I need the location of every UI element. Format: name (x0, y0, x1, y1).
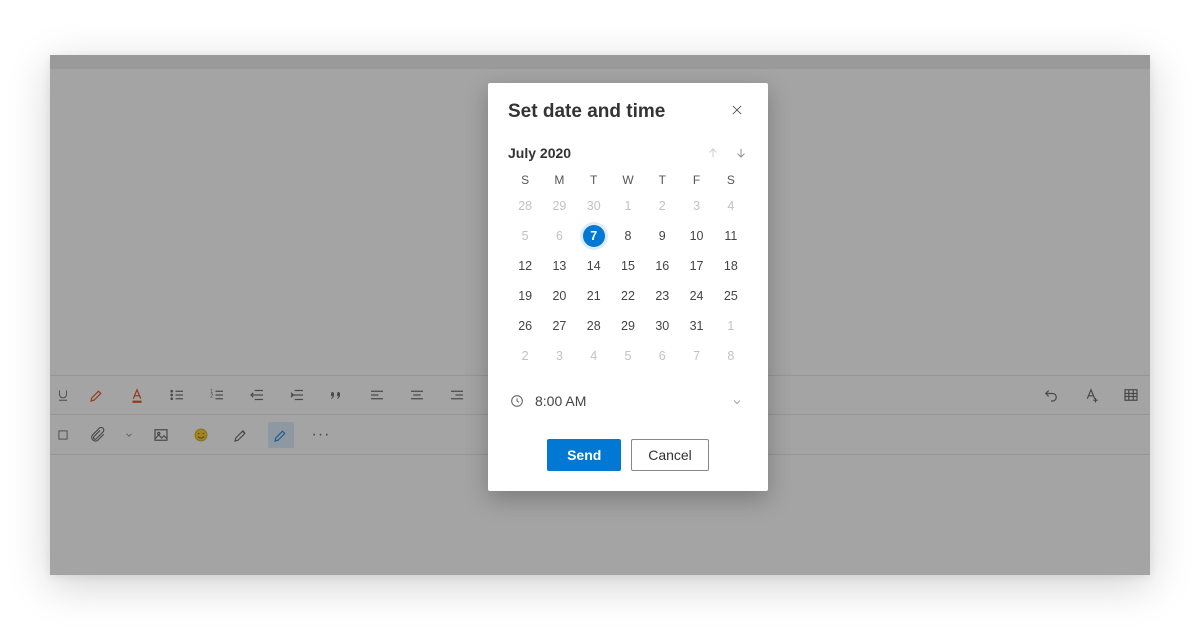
calendar-day[interactable]: 18 (714, 255, 748, 277)
calendar-day[interactable]: 3 (679, 195, 713, 217)
calendar-day[interactable]: 29 (542, 195, 576, 217)
calendar-day-selected[interactable]: 7 (577, 225, 611, 247)
calendar-day[interactable]: 30 (577, 195, 611, 217)
calendar-day[interactable]: 2 (645, 195, 679, 217)
calendar-day[interactable]: 29 (611, 315, 645, 337)
calendar-day[interactable]: 10 (679, 225, 713, 247)
calendar-day[interactable]: 17 (679, 255, 713, 277)
calendar-day[interactable]: 11 (714, 225, 748, 247)
schedule-send-modal: Set date and time July 2020 SMTWTFS28293… (488, 83, 768, 491)
calendar-day[interactable]: 24 (679, 285, 713, 307)
calendar-day[interactable]: 14 (577, 255, 611, 277)
dow-label: W (611, 173, 645, 187)
calendar-day[interactable]: 1 (714, 315, 748, 337)
prev-month-icon[interactable] (706, 146, 720, 160)
calendar-day[interactable]: 20 (542, 285, 576, 307)
cancel-button[interactable]: Cancel (631, 439, 709, 471)
calendar-day[interactable]: 21 (577, 285, 611, 307)
calendar-day[interactable]: 8 (611, 225, 645, 247)
dow-label: T (645, 173, 679, 187)
next-month-icon[interactable] (734, 146, 748, 160)
clock-icon (509, 393, 525, 409)
calendar-day[interactable]: 3 (542, 345, 576, 367)
dow-label: S (508, 173, 542, 187)
calendar-day[interactable]: 19 (508, 285, 542, 307)
calendar-grid: SMTWTFS282930123456789101112131415161718… (508, 173, 748, 367)
send-button[interactable]: Send (547, 439, 621, 471)
modal-header: Set date and time (508, 101, 748, 123)
calendar-day[interactable]: 23 (645, 285, 679, 307)
calendar-day[interactable]: 1 (611, 195, 645, 217)
dow-label: F (679, 173, 713, 187)
calendar-day[interactable]: 15 (611, 255, 645, 277)
calendar-day[interactable]: 16 (645, 255, 679, 277)
close-icon[interactable] (730, 103, 748, 121)
calendar-day[interactable]: 9 (645, 225, 679, 247)
time-value: 8:00 AM (535, 393, 586, 409)
dow-label: S (714, 173, 748, 187)
month-label[interactable]: July 2020 (508, 145, 571, 161)
chevron-down-icon (731, 395, 743, 407)
calendar-day[interactable]: 25 (714, 285, 748, 307)
calendar-day[interactable]: 26 (508, 315, 542, 337)
calendar-day[interactable]: 28 (577, 315, 611, 337)
calendar-day[interactable]: 6 (542, 225, 576, 247)
calendar-day[interactable]: 6 (645, 345, 679, 367)
calendar-day[interactable]: 28 (508, 195, 542, 217)
calendar-day[interactable]: 7 (679, 345, 713, 367)
month-navigation: July 2020 (508, 145, 748, 161)
calendar-day[interactable]: 30 (645, 315, 679, 337)
calendar-day[interactable]: 8 (714, 345, 748, 367)
calendar-day[interactable]: 4 (577, 345, 611, 367)
calendar-day[interactable]: 31 (679, 315, 713, 337)
modal-title: Set date and time (508, 101, 665, 123)
calendar-day[interactable]: 12 (508, 255, 542, 277)
calendar-day[interactable]: 4 (714, 195, 748, 217)
time-picker[interactable]: 8:00 AM (508, 385, 748, 417)
calendar-day[interactable]: 2 (508, 345, 542, 367)
dow-label: M (542, 173, 576, 187)
calendar-day[interactable]: 5 (611, 345, 645, 367)
calendar-day[interactable]: 13 (542, 255, 576, 277)
app-window: 12 ··· Set date and time (50, 55, 1150, 575)
calendar-day[interactable]: 5 (508, 225, 542, 247)
modal-buttons: Send Cancel (508, 439, 748, 471)
calendar-day[interactable]: 22 (611, 285, 645, 307)
calendar-day[interactable]: 27 (542, 315, 576, 337)
dow-label: T (577, 173, 611, 187)
